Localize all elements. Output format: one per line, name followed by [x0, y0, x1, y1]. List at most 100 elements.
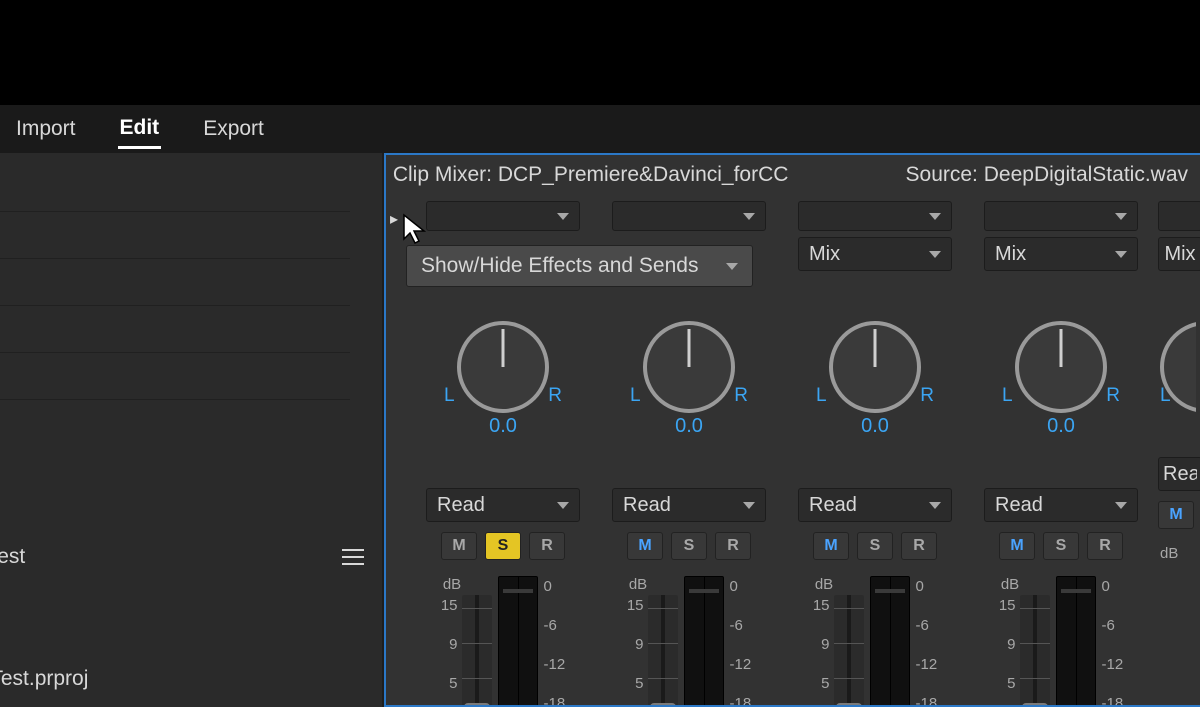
automation-mode-dropdown[interactable]: Rea	[1158, 457, 1200, 491]
fader-area: dB 1595-1 0-6-12-18	[441, 576, 565, 707]
chevron-down-icon	[743, 502, 755, 509]
fader-handle[interactable]	[464, 703, 490, 707]
record-button[interactable]: R	[901, 532, 937, 560]
effect-slot-dropdown[interactable]	[984, 201, 1138, 231]
fader-scale: 0-6-12-18	[916, 578, 938, 707]
record-button[interactable]: R	[1087, 532, 1123, 560]
pan-control: L	[1160, 321, 1200, 407]
level-meter	[498, 576, 538, 707]
mixer-header: ) Clip Mixer: DCP_Premiere&Davinci_forCC…	[386, 155, 1200, 195]
fader-track[interactable]	[834, 595, 864, 707]
level-meter	[684, 576, 724, 707]
fader-track[interactable]	[462, 595, 492, 707]
chevron-down-icon	[929, 213, 941, 220]
mute-button[interactable]: M	[627, 532, 663, 560]
pan-value[interactable]: 0.0	[675, 415, 703, 438]
fader-scale: 1595-1	[999, 597, 1016, 707]
automation-mode-dropdown[interactable]: Read	[426, 488, 580, 522]
effect-slot-dropdown[interactable]	[426, 201, 580, 231]
pan-knob[interactable]	[829, 321, 921, 413]
source-monitor-tab[interactable]: Source: DeepDigitalStatic.wav	[906, 163, 1188, 187]
automation-mode-dropdown[interactable]: Read	[798, 488, 952, 522]
fader-handle[interactable]	[1022, 703, 1048, 707]
chevron-down-icon	[557, 502, 569, 509]
pan-control: LR 0.0	[1002, 321, 1120, 438]
fader-handle[interactable]	[836, 703, 862, 707]
pan-control: LR 0.0	[630, 321, 748, 438]
project-header: iere_Test	[0, 532, 382, 582]
automation-mode-dropdown[interactable]: Read	[612, 488, 766, 522]
db-label: dB	[1001, 576, 1019, 593]
pan-value[interactable]: 0.0	[861, 415, 889, 438]
mute-button[interactable]: M	[999, 532, 1035, 560]
msr-buttons: M S R	[813, 532, 937, 560]
db-label: dB	[815, 576, 833, 593]
solo-button[interactable]: S	[1043, 532, 1079, 560]
db-label: dB	[1160, 545, 1178, 562]
project-panel: iere_Test re_Test.prproj	[0, 153, 384, 707]
db-label: dB	[443, 576, 461, 593]
fader-scale: 1595-1	[813, 597, 830, 707]
list-row[interactable]	[0, 259, 350, 306]
tab-edit[interactable]: Edit	[118, 110, 162, 149]
mute-button[interactable]: M	[1158, 501, 1194, 529]
send-mix-dropdown[interactable]: Mix	[1158, 237, 1200, 271]
send-mix-dropdown[interactable]: Mix	[984, 237, 1138, 271]
pan-value[interactable]: 0.0	[1047, 415, 1075, 438]
msr-buttons: M S R	[999, 532, 1123, 560]
pan-control: LR 0.0	[816, 321, 934, 438]
channel-strip-5: Mix L Rea M dB	[1158, 201, 1200, 707]
fader-scale: 0-6-12-18	[1102, 578, 1124, 707]
chevron-down-icon	[1115, 251, 1127, 258]
solo-button[interactable]: S	[485, 532, 521, 560]
titlebar-spacer	[0, 0, 1200, 105]
effect-slot-dropdown[interactable]	[1158, 201, 1200, 231]
chevron-down-icon	[1115, 502, 1127, 509]
pan-value[interactable]: 0.0	[489, 415, 517, 438]
effects-sends-toggle-icon[interactable]: ▸	[390, 209, 398, 229]
solo-button[interactable]: S	[857, 532, 893, 560]
pan-knob[interactable]	[643, 321, 735, 413]
effect-slot-dropdown[interactable]	[612, 201, 766, 231]
chevron-down-icon	[743, 213, 755, 220]
list-row[interactable]	[0, 353, 350, 400]
record-button[interactable]: R	[715, 532, 751, 560]
db-label: dB	[629, 576, 647, 593]
fader-scale: 0-6-12-18	[730, 578, 752, 707]
automation-mode-dropdown[interactable]: Read	[984, 488, 1138, 522]
msr-buttons: M S R	[441, 532, 565, 560]
tab-export[interactable]: Export	[201, 111, 266, 147]
panel-list	[0, 153, 382, 400]
effect-slot-dropdown[interactable]	[798, 201, 952, 231]
project-file-name: re_Test.prproj	[0, 667, 88, 691]
main-split: iere_Test re_Test.prproj ) Clip Mixer: D…	[0, 153, 1200, 707]
audio-clip-mixer-panel: ) Clip Mixer: DCP_Premiere&Davinci_forCC…	[384, 153, 1200, 707]
list-row[interactable]	[0, 212, 350, 259]
fader-track[interactable]	[648, 595, 678, 707]
fader-track[interactable]	[1020, 595, 1050, 707]
fader-area: dB 1595-1 0-6-12-18	[627, 576, 751, 707]
mute-button[interactable]: M	[441, 532, 477, 560]
tooltip-text: Show/Hide Effects and Sends	[421, 254, 698, 278]
pan-control: LR 0.0	[444, 321, 562, 438]
fader-handle[interactable]	[650, 703, 676, 707]
solo-button[interactable]: S	[671, 532, 707, 560]
panel-menu-icon[interactable]	[342, 549, 364, 565]
list-row[interactable]	[0, 306, 350, 353]
workspace-bar: Import Edit Export	[0, 105, 1200, 153]
mixer-title[interactable]: ) Clip Mixer: DCP_Premiere&Davinci_forCC	[384, 163, 788, 187]
list-row[interactable]	[0, 165, 350, 212]
record-button[interactable]: R	[529, 532, 565, 560]
pan-knob[interactable]	[1015, 321, 1107, 413]
tab-import[interactable]: Import	[14, 111, 78, 147]
send-mix-dropdown[interactable]: Mix	[798, 237, 952, 271]
pan-knob[interactable]	[457, 321, 549, 413]
mute-button[interactable]: M	[813, 532, 849, 560]
tooltip-show-hide-effects: Show/Hide Effects and Sends	[406, 245, 753, 287]
chevron-down-icon	[726, 263, 738, 270]
chevron-down-icon	[557, 213, 569, 220]
fader-area: dB 1595-1 0-6-12-18	[813, 576, 937, 707]
fader-scale: 1595-1	[441, 597, 458, 707]
chevron-down-icon	[1115, 213, 1127, 220]
fader-scale: 0-6-12-18	[544, 578, 566, 707]
